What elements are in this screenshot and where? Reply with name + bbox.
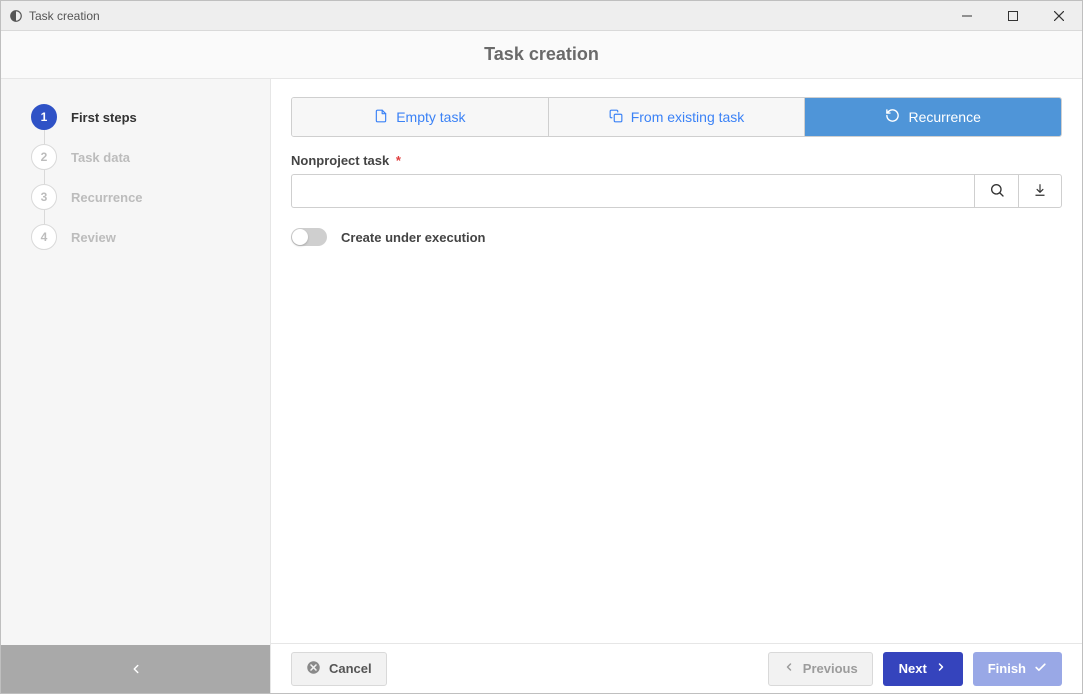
titlebar: Task creation xyxy=(1,1,1082,31)
tab-empty-task[interactable]: Empty task xyxy=(292,98,549,136)
tab-from-existing[interactable]: From existing task xyxy=(549,98,806,136)
step-task-data[interactable]: 2 Task data xyxy=(31,137,254,177)
pin-down-icon xyxy=(1033,183,1047,200)
create-under-execution-toggle[interactable] xyxy=(291,228,327,246)
tab-label: From existing task xyxy=(631,109,745,125)
search-icon xyxy=(989,182,1005,201)
file-icon xyxy=(374,108,388,127)
nonproject-task-input-row xyxy=(291,174,1062,208)
page-header: Task creation xyxy=(1,31,1082,79)
button-label: Next xyxy=(899,661,927,676)
window-title: Task creation xyxy=(29,9,100,23)
step-label: Review xyxy=(71,230,116,245)
check-icon xyxy=(1034,661,1047,677)
step-label: Task data xyxy=(71,150,130,165)
toggle-label: Create under execution xyxy=(341,230,486,245)
app-icon xyxy=(9,9,23,23)
sidebar: 1 First steps 2 Task data 3 Recurrence 4… xyxy=(1,79,271,693)
main: Empty task From existing task Recurrence xyxy=(271,79,1082,693)
body: 1 First steps 2 Task data 3 Recurrence 4… xyxy=(1,79,1082,693)
step-label: First steps xyxy=(71,110,137,125)
chevron-right-icon xyxy=(935,661,947,676)
lookup-button[interactable] xyxy=(974,174,1018,208)
content: Empty task From existing task Recurrence xyxy=(271,79,1082,643)
step-recurrence[interactable]: 3 Recurrence xyxy=(31,177,254,217)
cancel-icon xyxy=(306,660,321,678)
step-number: 4 xyxy=(31,224,57,250)
create-under-execution-row: Create under execution xyxy=(291,228,1062,246)
step-number: 1 xyxy=(31,104,57,130)
previous-button[interactable]: Previous xyxy=(768,652,873,686)
finish-button[interactable]: Finish xyxy=(973,652,1062,686)
nonproject-task-input[interactable] xyxy=(291,174,974,208)
button-label: Previous xyxy=(803,661,858,676)
step-number: 3 xyxy=(31,184,57,210)
pick-button[interactable] xyxy=(1018,174,1062,208)
copy-icon xyxy=(609,108,623,127)
tab-label: Recurrence xyxy=(908,109,980,125)
step-review[interactable]: 4 Review xyxy=(31,217,254,257)
next-button[interactable]: Next xyxy=(883,652,963,686)
sidebar-collapse-button[interactable] xyxy=(1,645,270,693)
button-label: Cancel xyxy=(329,661,372,676)
wizard-steps: 1 First steps 2 Task data 3 Recurrence 4… xyxy=(1,79,270,645)
task-type-tabs: Empty task From existing task Recurrence xyxy=(291,97,1062,137)
step-label: Recurrence xyxy=(71,190,143,205)
refresh-icon xyxy=(885,108,900,126)
close-button[interactable] xyxy=(1036,1,1082,31)
cancel-button[interactable]: Cancel xyxy=(291,652,387,686)
minimize-button[interactable] xyxy=(944,1,990,31)
footer: Cancel Previous Next Finish xyxy=(271,643,1082,693)
tab-label: Empty task xyxy=(396,109,465,125)
nonproject-task-label: Nonproject task * xyxy=(291,153,1062,168)
step-first-steps[interactable]: 1 First steps xyxy=(31,97,254,137)
required-mark: * xyxy=(396,153,401,168)
maximize-button[interactable] xyxy=(990,1,1036,31)
button-label: Finish xyxy=(988,661,1026,676)
tab-recurrence[interactable]: Recurrence xyxy=(805,98,1061,136)
page-title: Task creation xyxy=(484,44,599,65)
window: Task creation Task creation 1 First step… xyxy=(0,0,1083,694)
chevron-left-icon xyxy=(783,661,795,676)
step-number: 2 xyxy=(31,144,57,170)
